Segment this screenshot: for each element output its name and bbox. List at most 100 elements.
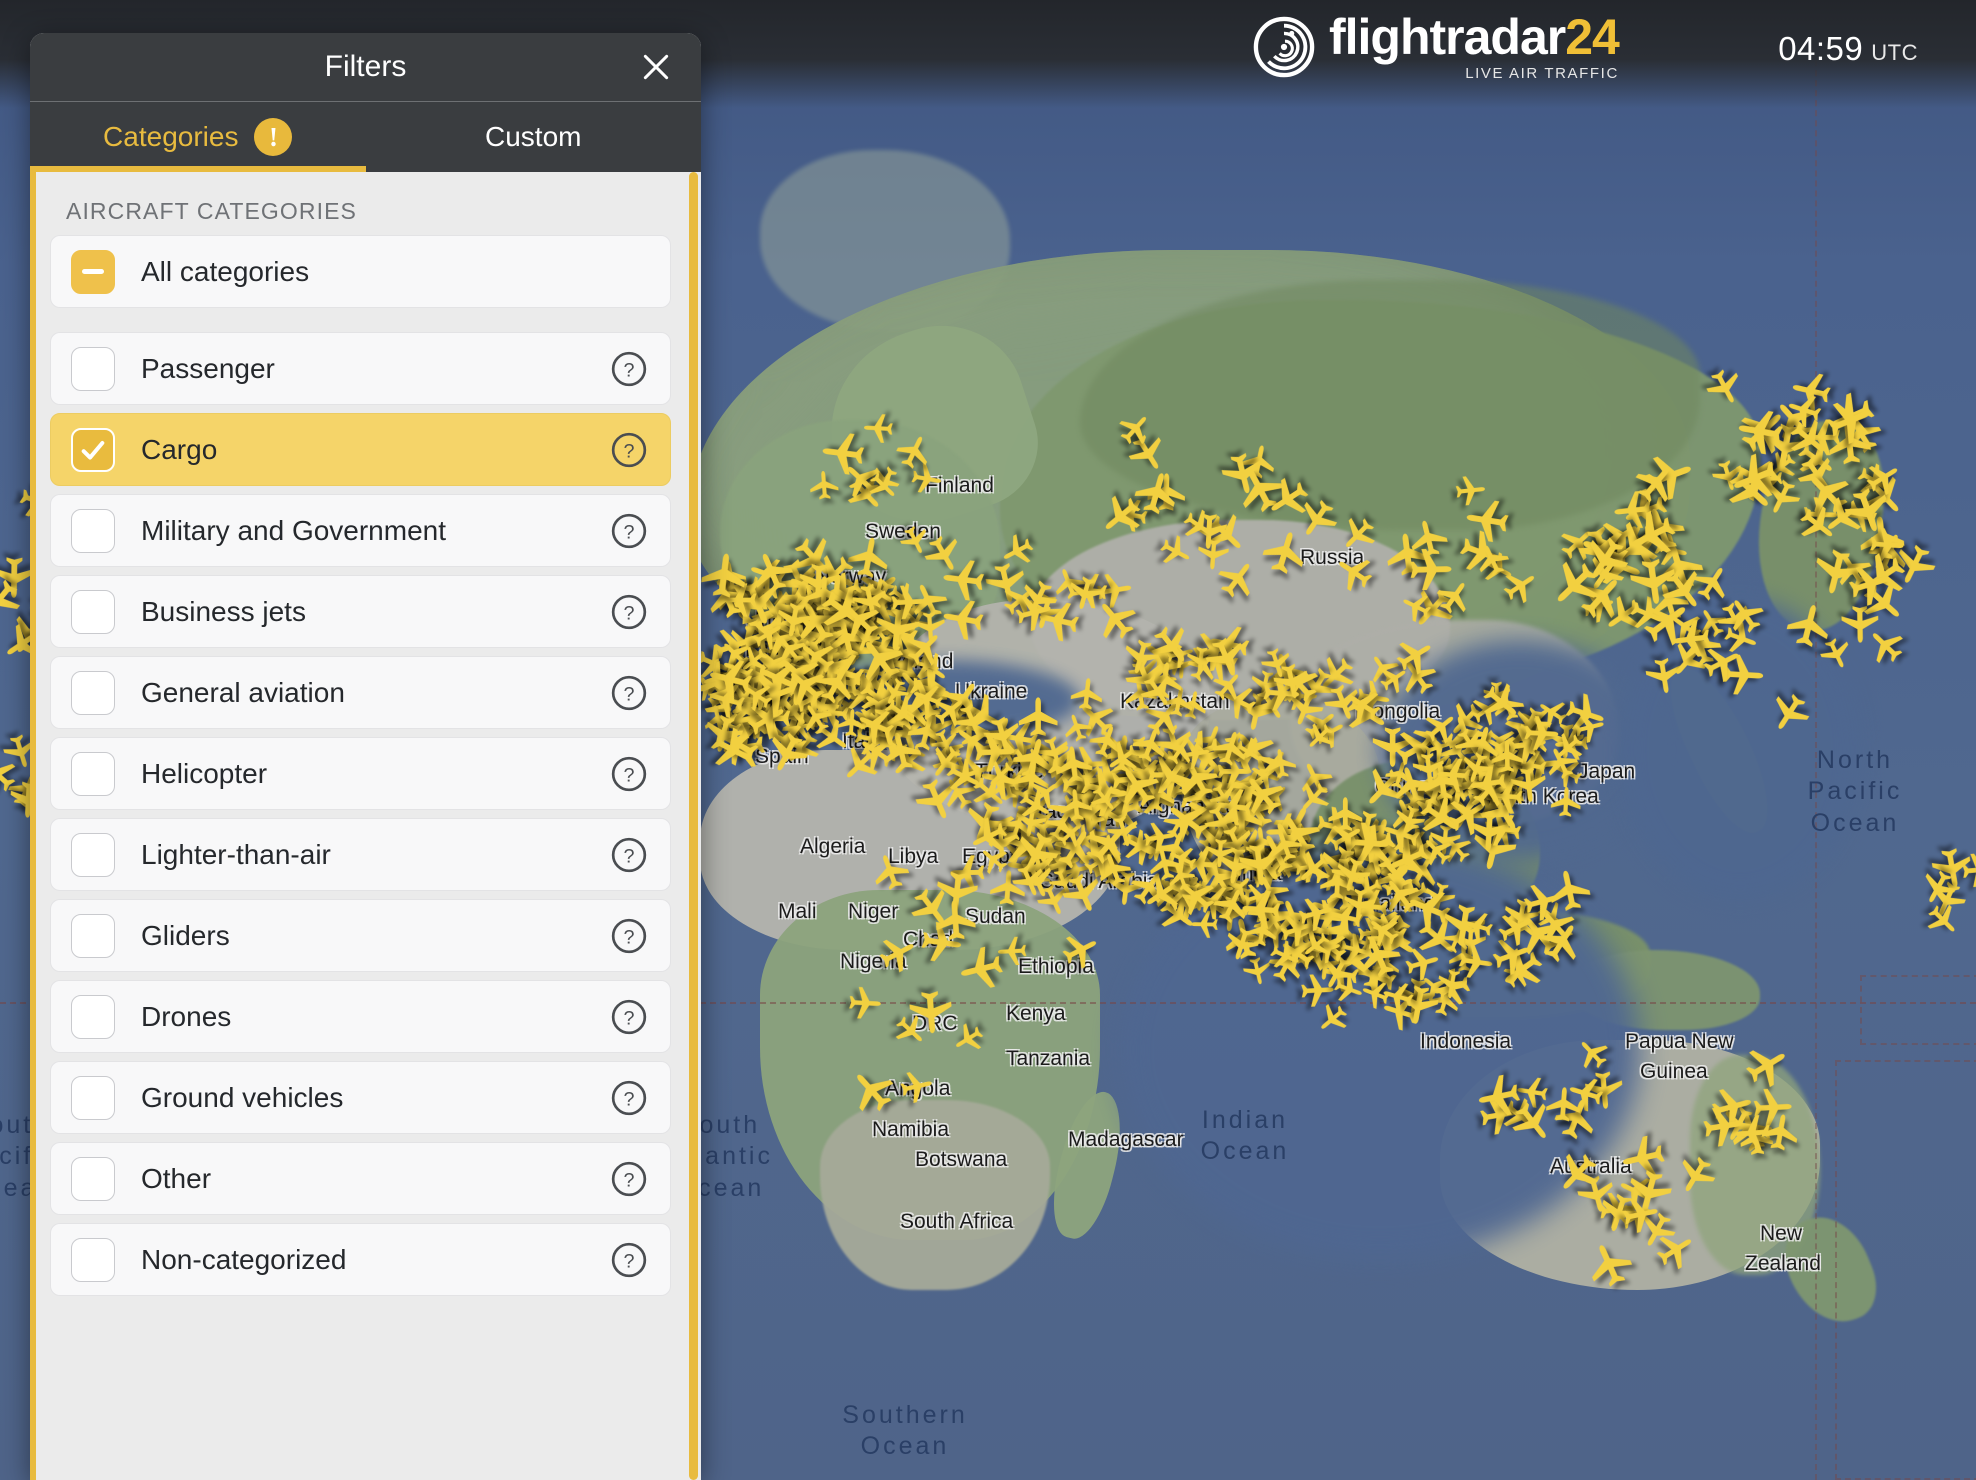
help-icon-general-aviation[interactable]: ? (610, 674, 648, 712)
help-icon-military-and-government[interactable]: ? (610, 512, 648, 550)
aircraft-marker[interactable] (887, 582, 927, 622)
category-row-helicopter[interactable]: Helicopter? (50, 737, 671, 810)
category-label-other: Other (141, 1162, 212, 1194)
meridian-line (1815, 0, 1817, 1480)
category-label-all-categories: All categories (141, 255, 310, 287)
aircraft-category-list: All categories Passenger? Cargo? Military … (50, 235, 687, 1296)
checkbox-ground-vehicles[interactable] (71, 1075, 115, 1120)
svg-text:?: ? (623, 1250, 634, 1272)
category-row-drones[interactable]: Drones? (50, 980, 671, 1053)
checkbox-passenger[interactable] (71, 346, 115, 391)
panel-title: Filters (324, 50, 407, 83)
timezone-box (1860, 975, 1976, 1045)
map-label-arctic-ocean: Arctic Ocean (875, 31, 1055, 59)
checkbox-gliders[interactable] (71, 913, 115, 958)
category-label-drones: Drones (141, 1000, 232, 1032)
svg-text:?: ? (623, 926, 634, 948)
aircraft-marker[interactable] (1239, 886, 1285, 932)
checkbox-lighter-than-air[interactable] (71, 832, 115, 877)
aircraft-marker[interactable] (845, 984, 883, 1022)
aircraft-marker[interactable] (1202, 835, 1237, 870)
close-icon[interactable] (633, 44, 679, 90)
category-row-non-categorized[interactable]: Non-categorized? (50, 1223, 671, 1296)
help-icon-gliders[interactable]: ? (610, 917, 648, 955)
timezone-box (1835, 1060, 1976, 1480)
help-icon-cargo[interactable]: ? (610, 431, 648, 469)
category-row-other[interactable]: Other? (50, 1142, 671, 1215)
help-icon-non-categorized[interactable]: ? (610, 1241, 648, 1279)
aircraft-marker[interactable] (1543, 865, 1597, 919)
category-row-passenger[interactable]: Passenger? (50, 332, 671, 405)
tab-custom-label: Custom (485, 121, 582, 152)
scrollbar-thumb[interactable] (689, 172, 698, 1480)
aircraft-marker[interactable] (1405, 546, 1453, 594)
aircraft-marker[interactable] (1670, 615, 1717, 662)
aircraft-marker[interactable] (696, 549, 751, 604)
category-row-business-jets[interactable]: Business jets? (50, 575, 671, 648)
help-icon-business-jets[interactable]: ? (610, 593, 648, 631)
help-icon-passenger[interactable]: ? (610, 350, 648, 388)
help-icon-other[interactable]: ? (610, 1160, 648, 1198)
checkbox-cargo[interactable] (71, 427, 115, 472)
warning-icon: ! (254, 118, 293, 156)
filters-panel: Filters Categories ! Custom AIRCRAFT CAT… (30, 33, 701, 1480)
brand-accent: 24 (1565, 9, 1620, 65)
panel-scrollbar[interactable] (689, 172, 698, 1480)
svg-text:?: ? (623, 521, 634, 543)
svg-text:?: ? (623, 764, 634, 786)
clock-time: 04:59 (1778, 30, 1864, 67)
svg-text:?: ? (623, 602, 634, 624)
aircraft-marker[interactable] (1757, 1110, 1804, 1157)
aircraft-marker[interactable] (940, 554, 991, 605)
tab-custom[interactable]: Custom (366, 102, 702, 172)
aircraft-marker[interactable] (1451, 472, 1487, 508)
category-label-cargo: Cargo (141, 433, 218, 465)
aircraft-marker[interactable] (1543, 1085, 1584, 1126)
category-label-helicopter: Helicopter (141, 757, 268, 789)
category-row-all-categories[interactable]: All categories (50, 235, 671, 308)
category-label-lighter-than-air: Lighter-than-air (141, 838, 331, 870)
map-label-southern-ocean: Southern Ocean (842, 1401, 968, 1461)
flightradar24-logo[interactable]: flightradar24 LIVE AIR TRAFFIC (1253, 9, 1620, 81)
brand-name: flightradar (1329, 9, 1566, 65)
aircraft-marker[interactable] (1520, 713, 1561, 754)
category-label-non-categorized: Non-categorized (141, 1243, 347, 1275)
svg-text:?: ? (623, 1169, 634, 1191)
aircraft-marker[interactable] (1616, 1192, 1662, 1238)
checkbox-all-categories[interactable] (71, 249, 115, 294)
help-icon-ground-vehicles[interactable]: ? (610, 1079, 648, 1117)
svg-text:?: ? (623, 1007, 634, 1029)
checkbox-business-jets[interactable] (71, 589, 115, 634)
checkbox-military-and-government[interactable] (71, 508, 115, 553)
warning-badge-glyph: ! (268, 121, 278, 152)
aircraft-marker[interactable] (932, 898, 980, 946)
checkbox-other[interactable] (71, 1156, 115, 1201)
category-row-general-aviation[interactable]: General aviation? (50, 656, 671, 729)
filters-tab-bar: Categories ! Custom (30, 102, 701, 172)
category-label-military-and-government: Military and Government (141, 514, 447, 546)
category-row-gliders[interactable]: Gliders? (50, 899, 671, 972)
filters-panel-body: AIRCRAFT CATEGORIES All categories Passe… (30, 172, 701, 1480)
checkbox-non-categorized[interactable] (71, 1237, 115, 1282)
svg-text:?: ? (623, 1088, 634, 1110)
checkbox-helicopter[interactable] (71, 751, 115, 796)
checkbox-general-aviation[interactable] (71, 670, 115, 715)
aircraft-marker[interactable] (1625, 551, 1682, 608)
utc-clock: 04:59 UTC (1778, 30, 1918, 68)
aircraft-marker[interactable] (1733, 403, 1790, 460)
category-row-cargo[interactable]: Cargo? (50, 413, 671, 486)
help-icon-drones[interactable]: ? (610, 998, 648, 1036)
category-row-ground-vehicles[interactable]: Ground vehicles? (50, 1061, 671, 1134)
aircraft-marker[interactable] (1548, 786, 1584, 822)
aircraft-marker[interactable] (1341, 884, 1379, 922)
tab-categories[interactable]: Categories ! (30, 102, 366, 172)
radar-logo-icon (1253, 16, 1315, 78)
help-icon-helicopter[interactable]: ? (610, 755, 648, 793)
category-row-military-and-government[interactable]: Military and Government? (50, 494, 671, 567)
category-row-lighter-than-air[interactable]: Lighter-than-air? (50, 818, 671, 891)
aircraft-marker[interactable] (1472, 1068, 1527, 1123)
filters-panel-header: Filters (30, 33, 701, 102)
svg-text:?: ? (623, 359, 634, 381)
help-icon-lighter-than-air[interactable]: ? (610, 836, 648, 874)
checkbox-drones[interactable] (71, 994, 115, 1039)
